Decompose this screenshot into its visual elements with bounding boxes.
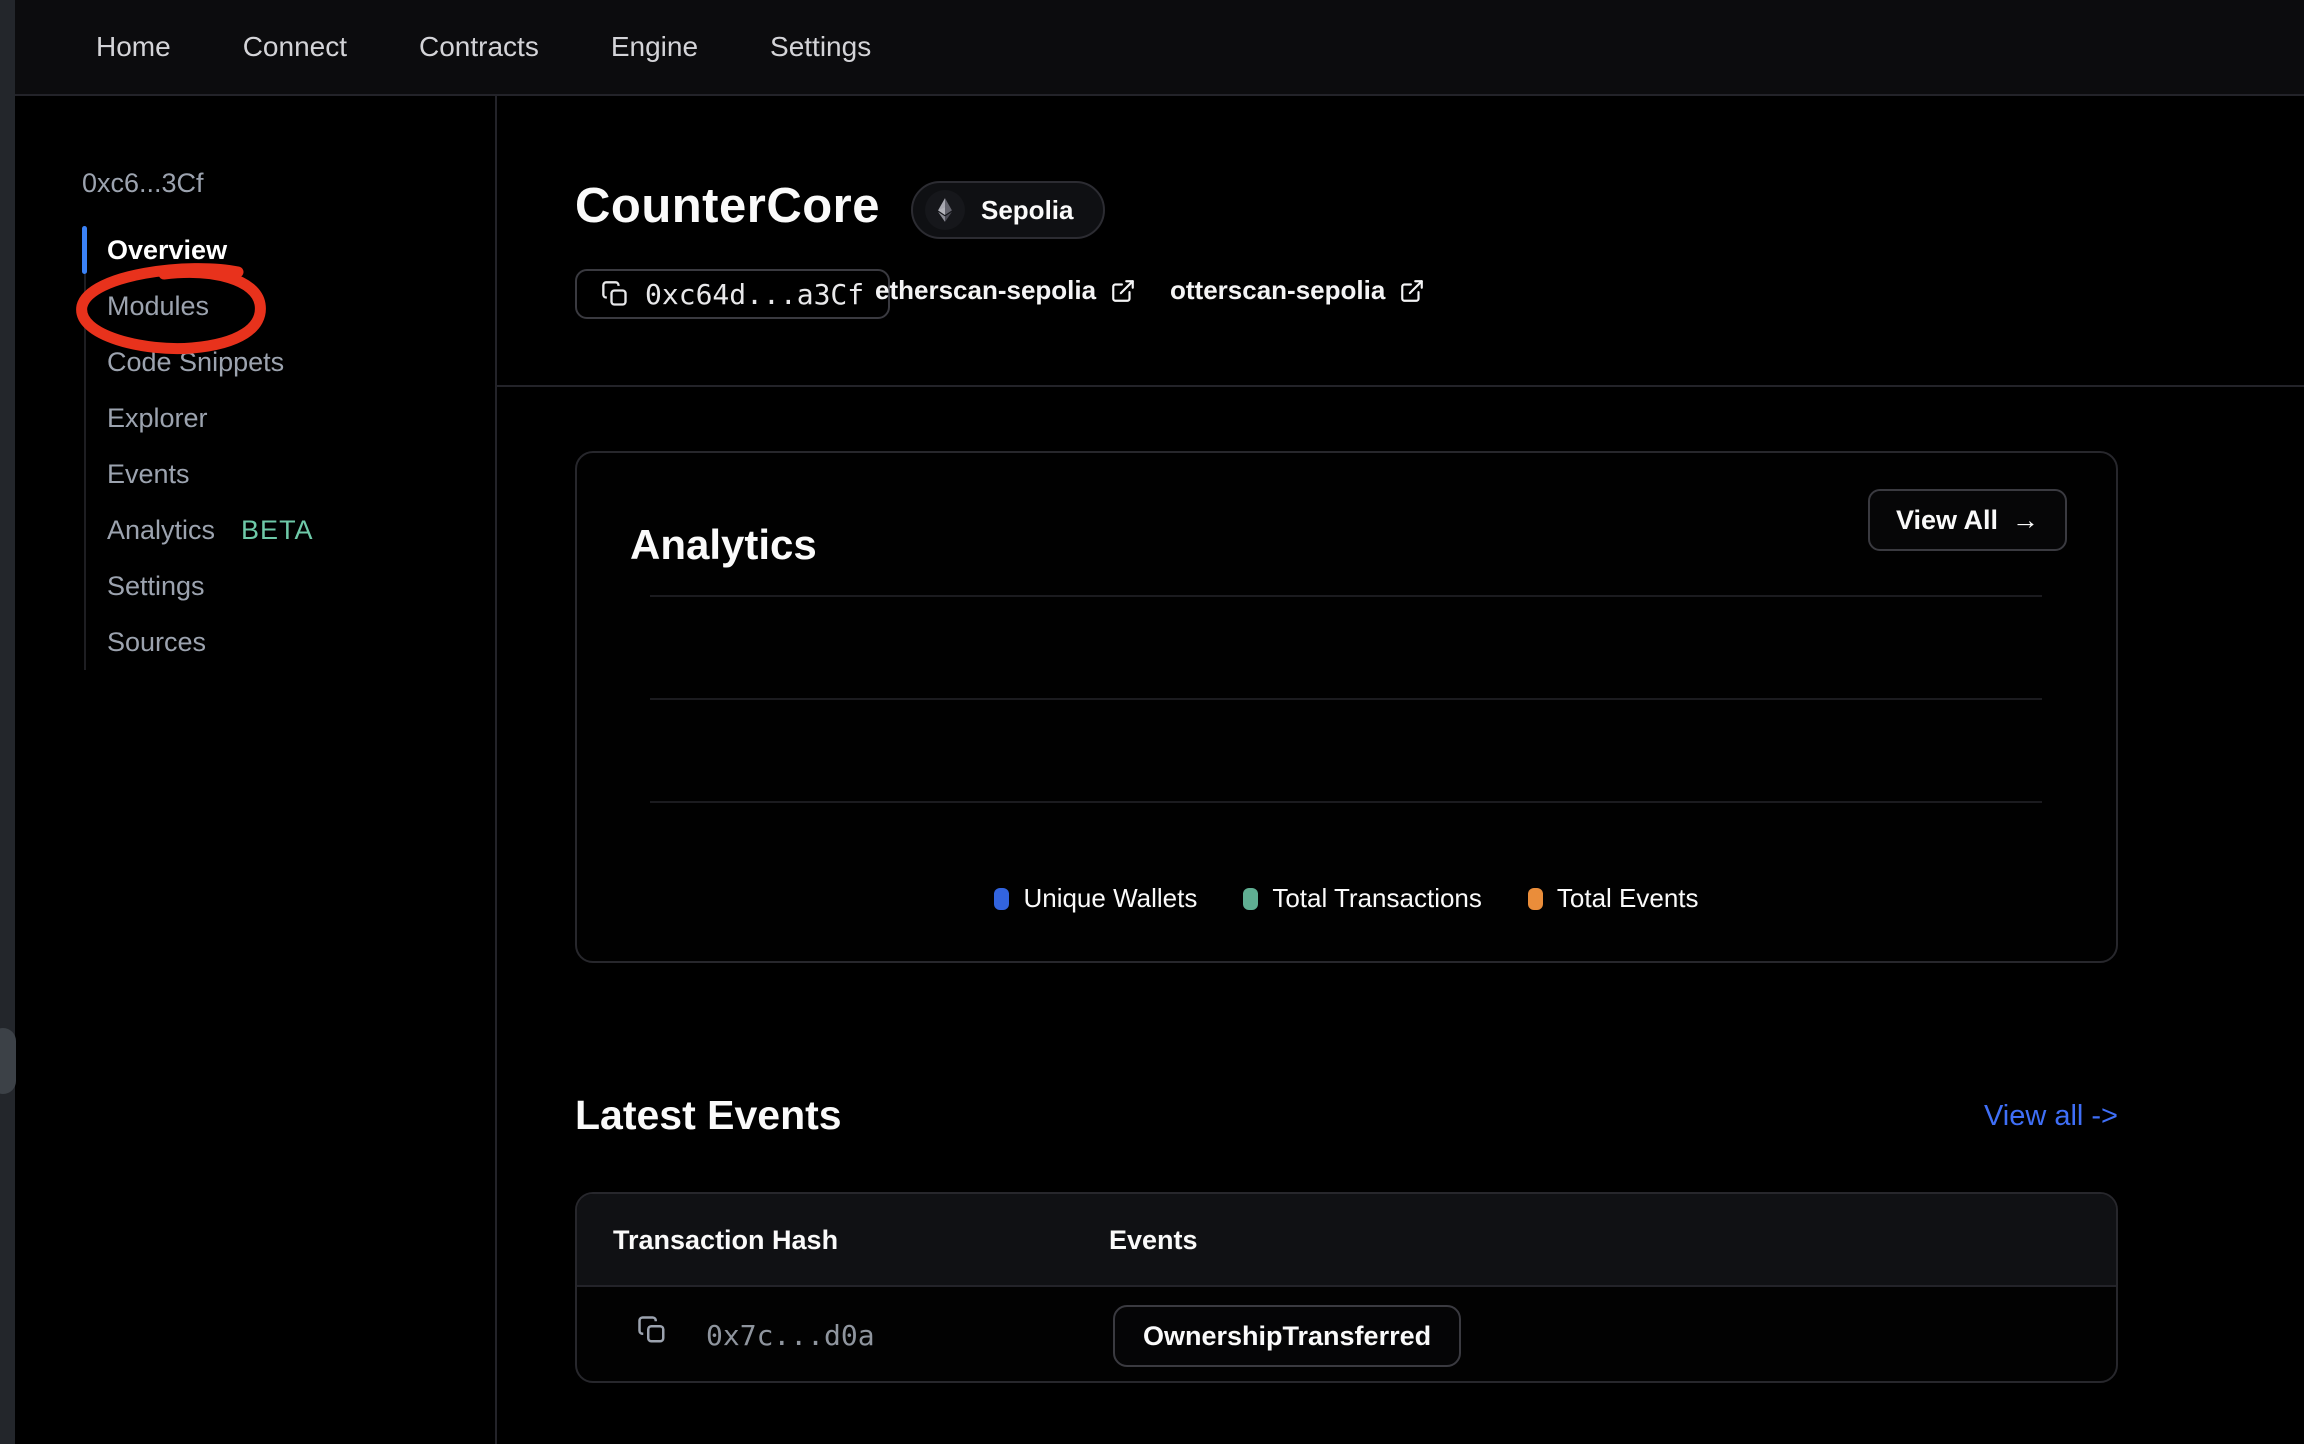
latest-events-title: Latest Events: [575, 1092, 842, 1139]
sidebar-item-modules[interactable]: Modules: [107, 278, 209, 334]
nav-item-engine[interactable]: Engine: [611, 31, 698, 63]
chart-gridline: [650, 801, 2042, 803]
sidebar-item-label: Overview: [107, 235, 227, 266]
legend-item-unique-wallets: Unique Wallets: [994, 883, 1197, 914]
link-label: otterscan-sepolia: [1170, 275, 1385, 306]
sidebar-track-line: [84, 274, 86, 670]
link-label: etherscan-sepolia: [875, 275, 1096, 306]
legend-marker: [994, 888, 1009, 910]
sidebar-item-settings[interactable]: Settings: [107, 558, 205, 614]
chart-legend: Unique Wallets Total Transactions Total …: [577, 883, 2116, 914]
ethereum-icon: [925, 190, 965, 230]
analytics-card: Analytics View All → Unique Wallets Tota…: [575, 451, 2118, 963]
sidebar-item-analytics[interactable]: Analytics BETA: [107, 502, 314, 558]
analytics-view-all-button[interactable]: View All →: [1868, 489, 2067, 551]
page-title: CounterCore: [575, 178, 880, 234]
legend-label: Unique Wallets: [1023, 883, 1197, 914]
events-view-all-link[interactable]: View all ->: [1948, 1100, 2118, 1133]
top-nav: Home Connect Contracts Engine Settings: [15, 0, 2304, 96]
network-badge[interactable]: Sepolia: [911, 181, 1105, 239]
sidebar-divider: [495, 96, 497, 1444]
nav-item-home[interactable]: Home: [96, 31, 171, 63]
sidebar-item-label: Explorer: [107, 403, 208, 434]
sidebar-item-sources[interactable]: Sources: [107, 614, 206, 670]
sidebar-item-label: Modules: [107, 291, 209, 322]
sidebar-contract-address: 0xc6...3Cf: [82, 168, 204, 199]
nav-item-connect[interactable]: Connect: [243, 31, 347, 63]
legend-label: Total Transactions: [1272, 883, 1482, 914]
header-divider: [497, 385, 2304, 387]
copy-address-button[interactable]: 0xc64d...a3Cf: [575, 269, 890, 319]
copy-icon[interactable]: [637, 1315, 667, 1345]
sidebar-item-label: Settings: [107, 571, 205, 602]
contract-address-short: 0xc64d...a3Cf: [645, 278, 864, 311]
beta-badge: BETA: [241, 515, 314, 546]
table-header: Transaction Hash Events: [577, 1194, 2116, 1287]
sidebar-item-explorer[interactable]: Explorer: [107, 390, 208, 446]
analytics-title: Analytics: [630, 521, 817, 569]
nav-item-settings[interactable]: Settings: [770, 31, 871, 63]
sidebar-drag-handle[interactable]: [0, 1028, 16, 1094]
nav-item-contracts[interactable]: Contracts: [419, 31, 539, 63]
sidebar-item-label: Events: [107, 459, 190, 490]
active-item-indicator: [82, 226, 87, 274]
legend-marker: [1528, 888, 1543, 910]
latest-events-table: Transaction Hash Events 0x7c...d0a Owner…: [575, 1192, 2118, 1383]
legend-marker: [1243, 888, 1258, 910]
chart-gridline: [650, 595, 2042, 597]
otterscan-sepolia-link[interactable]: otterscan-sepolia: [1170, 275, 1425, 306]
legend-label: Total Events: [1557, 883, 1699, 914]
copy-icon: [601, 280, 629, 308]
event-name-badge[interactable]: OwnershipTransferred: [1113, 1305, 1461, 1367]
table-row[interactable]: 0x7c...d0a OwnershipTransferred: [577, 1289, 2116, 1383]
external-link-icon: [1399, 278, 1425, 304]
legend-item-total-transactions: Total Transactions: [1243, 883, 1482, 914]
sidebar-item-label: Code Snippets: [107, 347, 284, 378]
etherscan-sepolia-link[interactable]: etherscan-sepolia: [875, 275, 1136, 306]
network-badge-label: Sepolia: [981, 195, 1073, 226]
arrow-right-icon: →: [2012, 505, 2039, 536]
sidebar-item-code-snippets[interactable]: Code Snippets: [107, 334, 284, 390]
sidebar-item-label: Sources: [107, 627, 206, 658]
legend-item-total-events: Total Events: [1528, 883, 1699, 914]
transaction-hash-short: 0x7c...d0a: [706, 1319, 875, 1352]
column-header-transaction-hash: Transaction Hash: [613, 1194, 838, 1287]
window-edge-strip: [0, 0, 15, 1444]
column-header-events: Events: [1109, 1194, 1198, 1287]
external-link-icon: [1110, 278, 1136, 304]
chart-gridline: [650, 698, 2042, 700]
sidebar-item-overview[interactable]: Overview: [107, 222, 227, 278]
sidebar-item-label: Analytics: [107, 515, 215, 546]
view-all-label: View All: [1896, 505, 1998, 536]
sidebar-item-events[interactable]: Events: [107, 446, 190, 502]
